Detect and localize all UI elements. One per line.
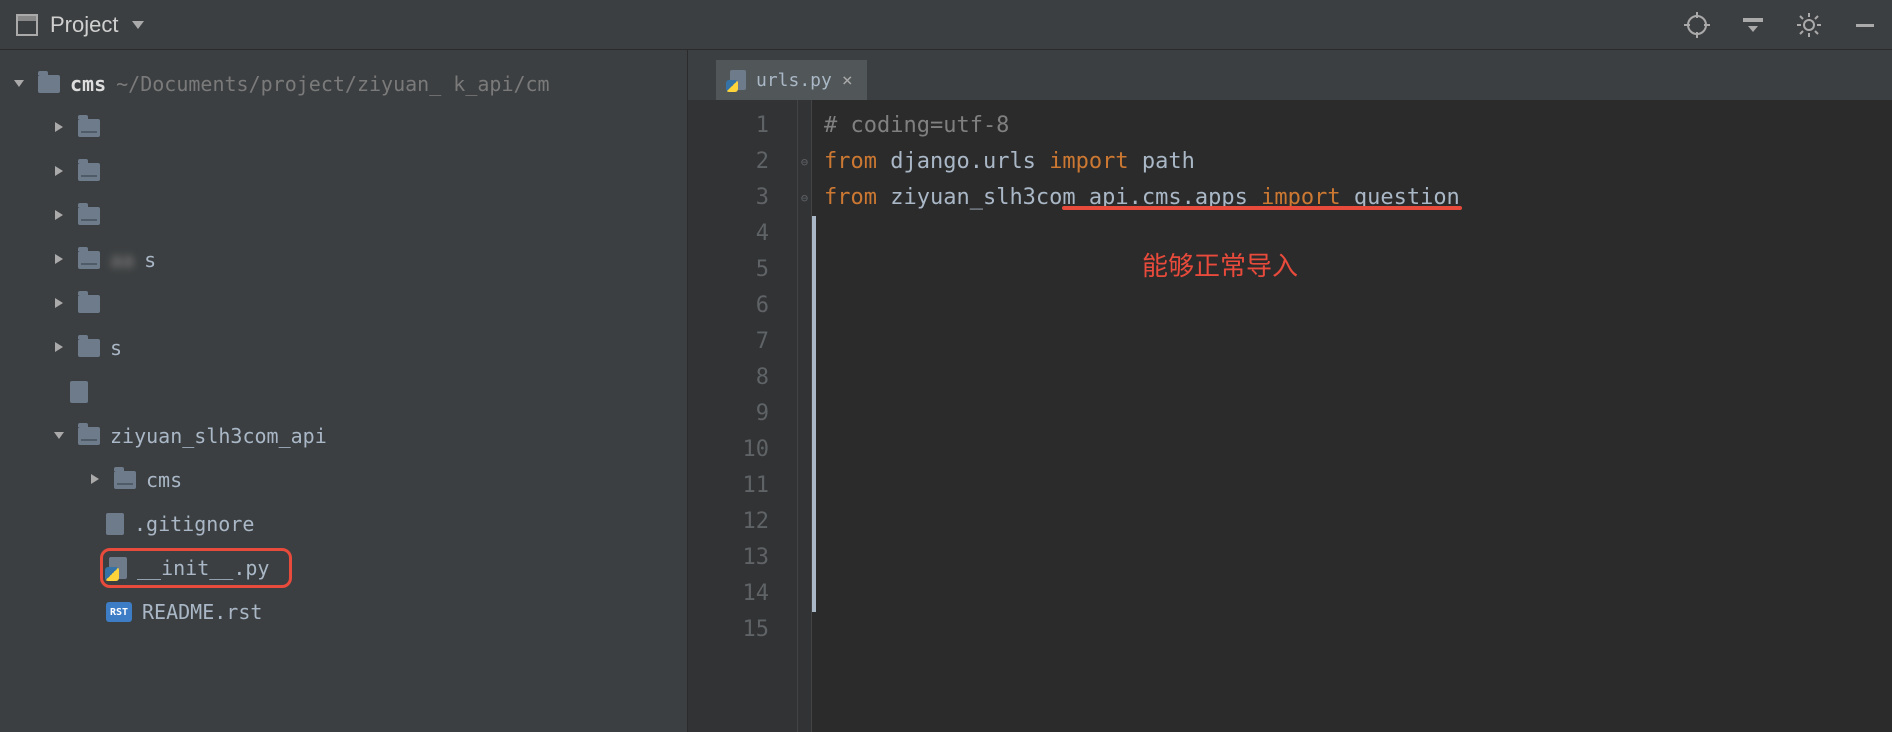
- tree-folder[interactable]: [0, 282, 687, 326]
- active-range-indicator: [812, 216, 816, 612]
- underline-annotation: [1062, 206, 1462, 210]
- project-tree[interactable]: cms ~/Documents/project/ziyuan_ k_api/cm: [0, 50, 688, 732]
- sub-pkg-name: cms: [146, 468, 182, 492]
- code-line: from ziyuan_slh3com_api.cms.apps import …: [824, 180, 1892, 216]
- tree-folder[interactable]: aas: [0, 238, 687, 282]
- target-icon[interactable]: [1684, 12, 1710, 38]
- minimize-icon[interactable]: [1854, 14, 1876, 36]
- tree-file-readme[interactable]: RST README.rst: [0, 590, 687, 634]
- dropdown-arrow-icon[interactable]: [130, 17, 146, 33]
- tree-folder[interactable]: [0, 106, 687, 150]
- tree-file-init[interactable]: __init__.py: [0, 546, 687, 590]
- tree-folder[interactable]: [0, 150, 687, 194]
- tree-file-gitignore[interactable]: .gitignore: [0, 502, 687, 546]
- code-line: # coding=utf-8: [824, 113, 1009, 138]
- text-annotation: 能够正常导入: [1142, 246, 1298, 283]
- root-path: ~/Documents/project/ziyuan_ k_api/cm: [116, 72, 549, 96]
- python-file-icon: [109, 557, 127, 579]
- editor-tab-bar: urls.py ×: [688, 50, 1892, 100]
- editor-tab[interactable]: urls.py ×: [716, 60, 867, 100]
- project-panel-icon[interactable]: [16, 14, 38, 36]
- rst-file-icon: RST: [106, 602, 132, 622]
- highlight-annotation: __init__.py: [100, 548, 292, 588]
- close-tab-icon[interactable]: ×: [842, 70, 853, 91]
- line-number-gutter: 1 2 3 4 5 6 7 8 9 10 11 12 13 14 15: [688, 100, 798, 732]
- code-editor[interactable]: 1 2 3 4 5 6 7 8 9 10 11 12 13 14 15 ⊖ ⊖: [688, 100, 1892, 732]
- editor-pane: urls.py × 1 2 3 4 5 6 7 8 9 10 11 12 13 …: [688, 50, 1892, 732]
- collapse-all-icon[interactable]: [1742, 14, 1764, 36]
- file-icon: [106, 513, 124, 535]
- settings-gear-icon[interactable]: [1796, 12, 1822, 38]
- tree-file[interactable]: [0, 370, 687, 414]
- code-line: from django.urls import path: [824, 144, 1892, 180]
- tree-folder[interactable]: [0, 194, 687, 238]
- root-name: cms: [70, 72, 106, 96]
- toolbar-actions: [1684, 12, 1876, 38]
- project-toolbar: Project: [0, 0, 1892, 50]
- python-file-icon: [730, 70, 746, 90]
- tab-filename: urls.py: [756, 70, 832, 91]
- tree-subpackage[interactable]: cms: [0, 458, 687, 502]
- tree-root[interactable]: cms ~/Documents/project/ziyuan_ k_api/cm: [0, 62, 687, 106]
- tree-package[interactable]: ziyuan_slh3com_api: [0, 414, 687, 458]
- tree-folder[interactable]: s: [0, 326, 687, 370]
- fold-gutter: ⊖ ⊖: [798, 100, 812, 732]
- pkg-name: ziyuan_slh3com_api: [110, 424, 327, 448]
- project-panel-label[interactable]: Project: [50, 12, 118, 38]
